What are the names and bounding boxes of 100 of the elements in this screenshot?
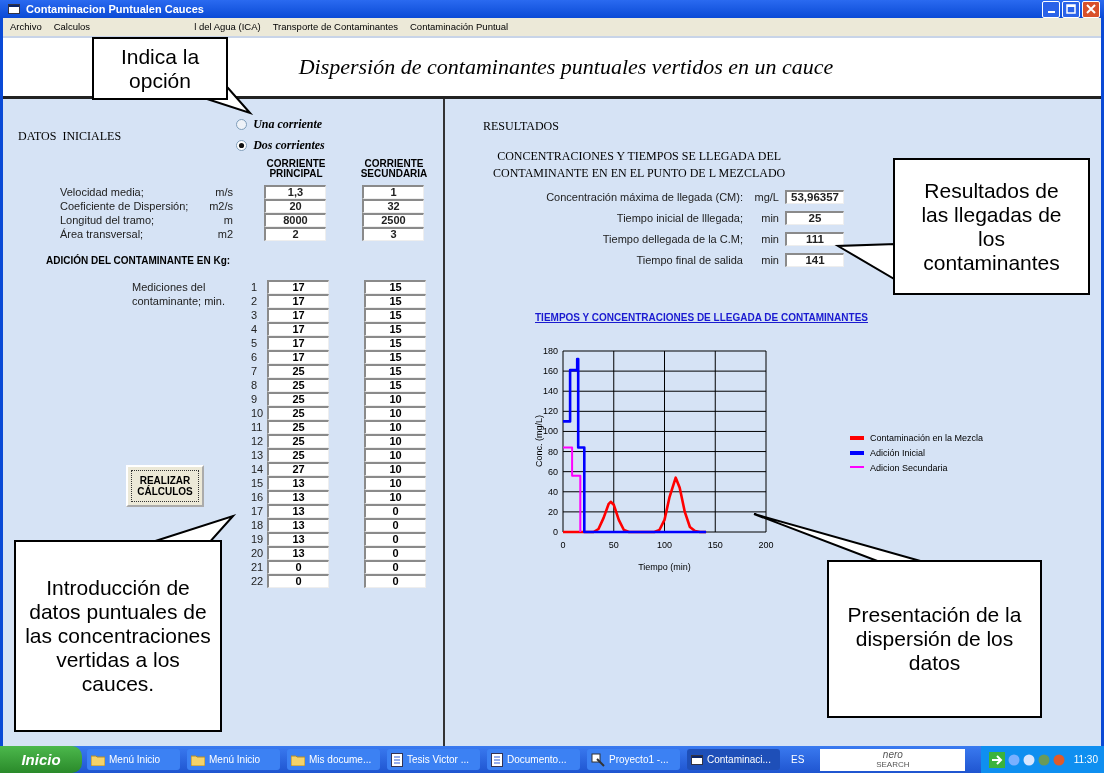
input-field[interactable]: 17 <box>267 350 329 364</box>
section-heading: RESULTADOS <box>483 119 559 134</box>
input-field[interactable]: 0 <box>364 518 426 532</box>
result-label: Tiempo inicial de lllegada; <box>615 211 743 224</box>
input-field[interactable]: 25 <box>267 364 329 378</box>
close-button[interactable] <box>1082 0 1100 18</box>
input-field[interactable]: 15 <box>364 378 426 392</box>
chart-title-link[interactable]: TIEMPOS Y CONCENTRACIONES DE LLEGADA DE CONTAMINANTES <box>535 312 868 323</box>
taskbar-button[interactable]: Mis docume... <box>287 749 380 770</box>
taskbar-button[interactable]: Tesis Victor ... <box>387 749 480 770</box>
input-field[interactable]: 0 <box>364 532 426 546</box>
input-field[interactable]: 25 <box>267 420 329 434</box>
column-header: CORRIENTE PRINCIPAL <box>265 159 327 179</box>
menu-item[interactable]: Calculos <box>53 20 91 32</box>
input-field[interactable]: 15 <box>364 350 426 364</box>
tick-label: 160 <box>542 366 558 377</box>
input-field[interactable]: 27 <box>267 462 329 476</box>
arrow-icon[interactable] <box>988 751 1005 768</box>
input-field[interactable]: 10 <box>364 434 426 448</box>
input-field[interactable]: 13 <box>267 476 329 490</box>
menu-item[interactable]: Transporte de Contaminantes <box>272 20 398 32</box>
radio-button[interactable] <box>236 140 248 151</box>
input-field[interactable]: 10 <box>364 490 426 504</box>
input-field[interactable]: 1 <box>362 185 424 199</box>
input-field[interactable]: 25 <box>267 392 329 406</box>
callout: Indica la opción <box>92 37 228 100</box>
input-field[interactable]: 17 <box>267 336 329 350</box>
output-field[interactable]: 141 <box>785 252 844 267</box>
results-heading: CONCENTRACIONES Y TIEMPOS SE LLEGADA DEL <box>497 148 782 165</box>
input-field[interactable]: 25 <box>267 406 329 420</box>
row-number: 1 <box>251 281 259 293</box>
menu-item[interactable]: Archivo <box>10 20 42 32</box>
input-field[interactable]: 0 <box>364 546 426 560</box>
output-field[interactable]: 111 <box>785 231 844 246</box>
input-field[interactable]: 25 <box>267 448 329 462</box>
input-field[interactable]: 1,3 <box>264 185 326 199</box>
calculate-button[interactable]: REALIZAR CÁLCULOS <box>126 465 204 507</box>
input-field[interactable]: 10 <box>364 420 426 434</box>
input-field[interactable]: 10 <box>364 448 426 462</box>
input-field[interactable]: 3 <box>362 227 424 241</box>
radio-button[interactable] <box>236 119 248 130</box>
input-field[interactable]: 17 <box>267 294 329 308</box>
input-field[interactable]: 17 <box>267 308 329 322</box>
menu-item[interactable]: l del Agua (ICA) <box>194 20 261 32</box>
input-field[interactable]: 13 <box>267 490 329 504</box>
input-field[interactable]: 10 <box>364 476 426 490</box>
output-field[interactable]: 53,96357 <box>785 189 844 204</box>
input-field[interactable]: 15 <box>364 364 426 378</box>
input-field[interactable]: 13 <box>267 546 329 560</box>
radio-label[interactable]: Una corriente <box>253 117 323 132</box>
taskbar-button[interactable]: Menú Inicio <box>187 749 280 770</box>
folder-icon <box>291 753 305 766</box>
unit-label: m/s <box>214 186 233 198</box>
maximize-button[interactable] <box>1062 0 1080 18</box>
unit-label: min <box>760 211 779 224</box>
input-field[interactable]: 13 <box>267 504 329 518</box>
taskbar-button[interactable]: Documento... <box>487 749 580 770</box>
input-field[interactable]: 20 <box>264 199 326 213</box>
input-field[interactable]: 10 <box>364 406 426 420</box>
tick-label: 50 <box>608 540 619 550</box>
input-field[interactable]: 25 <box>267 378 329 392</box>
input-field[interactable]: 10 <box>364 392 426 406</box>
callout: Introducción de datos puntuales de las concentraciones vertidas a los cauces. <box>14 540 222 732</box>
input-field[interactable]: 0 <box>267 574 329 588</box>
radio-label[interactable]: Dos corrientes <box>253 138 325 153</box>
input-field[interactable]: 17 <box>267 280 329 294</box>
menu-item[interactable]: Contaminación Puntual <box>410 20 509 32</box>
input-field[interactable]: 32 <box>362 199 424 213</box>
taskbar-button[interactable]: Contaminaci... <box>687 749 780 770</box>
input-field[interactable]: 0 <box>364 504 426 518</box>
output-field[interactable]: 25 <box>785 210 844 225</box>
input-field[interactable]: 0 <box>364 560 426 574</box>
input-field[interactable]: 0 <box>364 574 426 588</box>
input-field[interactable]: 15 <box>364 322 426 336</box>
input-field[interactable]: 13 <box>267 518 329 532</box>
tray-icon[interactable] <box>1022 753 1035 766</box>
language-indicator[interactable]: ES <box>791 754 805 765</box>
input-field[interactable]: 25 <box>267 434 329 448</box>
row-number: 12 <box>251 435 265 447</box>
search-box[interactable]: nero SEARCH <box>820 748 966 771</box>
input-field[interactable]: 15 <box>364 336 426 350</box>
row-number: 7 <box>251 365 259 377</box>
tick-label: 180 <box>542 346 558 356</box>
input-field[interactable]: 17 <box>267 322 329 336</box>
legend-label: Adicion Secundaria <box>870 463 948 473</box>
input-field[interactable]: 8000 <box>264 213 326 227</box>
input-field[interactable]: 15 <box>364 294 426 308</box>
legend-label: Adición Inicial <box>870 448 926 458</box>
taskbar-button[interactable]: Proyecto1 -... <box>587 749 680 770</box>
input-field[interactable]: 13 <box>267 532 329 546</box>
result-label: Tiempo final de salida <box>635 253 743 266</box>
input-field[interactable]: 2500 <box>362 213 424 227</box>
taskbar-button[interactable]: Menú Inicio <box>87 749 180 770</box>
input-field[interactable]: 10 <box>364 462 426 476</box>
input-field[interactable]: 0 <box>267 560 329 574</box>
input-field[interactable]: 15 <box>364 280 426 294</box>
minimize-button[interactable] <box>1042 0 1060 18</box>
input-field[interactable]: 2 <box>264 227 326 241</box>
input-field[interactable]: 15 <box>364 308 426 322</box>
row-number: 11 <box>251 421 264 433</box>
